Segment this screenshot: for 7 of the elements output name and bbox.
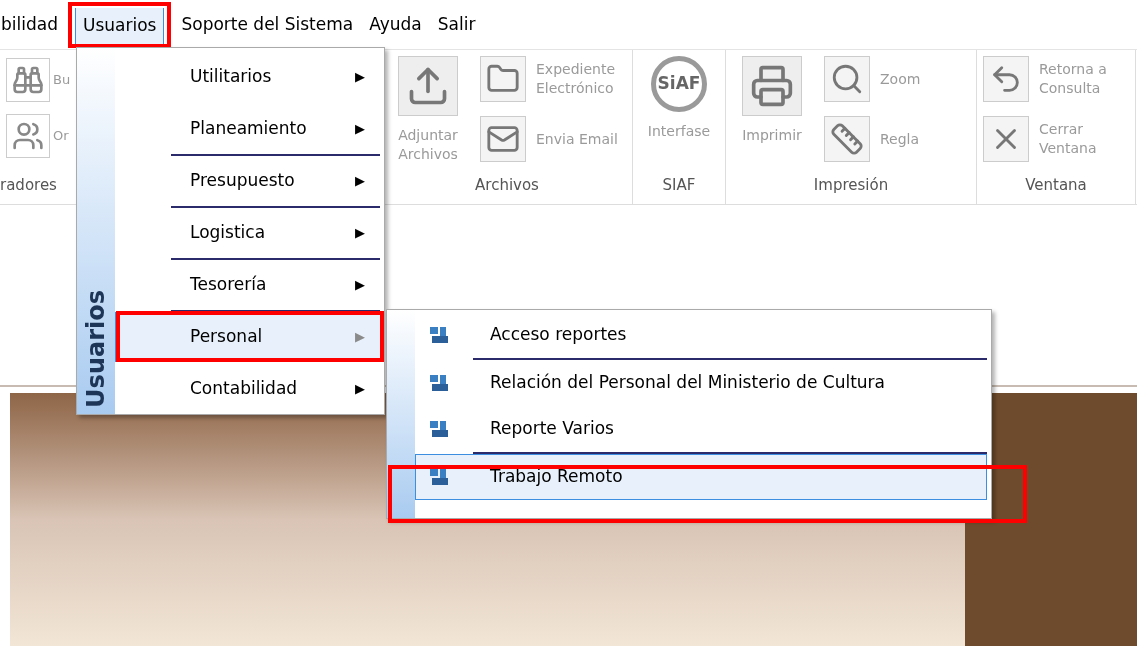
ribbon-group-label: Ventana xyxy=(1024,175,1088,196)
menu-side-label: Usuarios xyxy=(81,290,111,408)
ribbon-group-label: Impresión xyxy=(812,175,890,196)
ribbon-group-label: Archivos xyxy=(474,175,540,196)
ribbon-group-label: radores xyxy=(0,175,57,196)
siaf-logo-icon: SiAF xyxy=(651,56,707,112)
ribbon-group-label: SIAF xyxy=(661,175,697,196)
